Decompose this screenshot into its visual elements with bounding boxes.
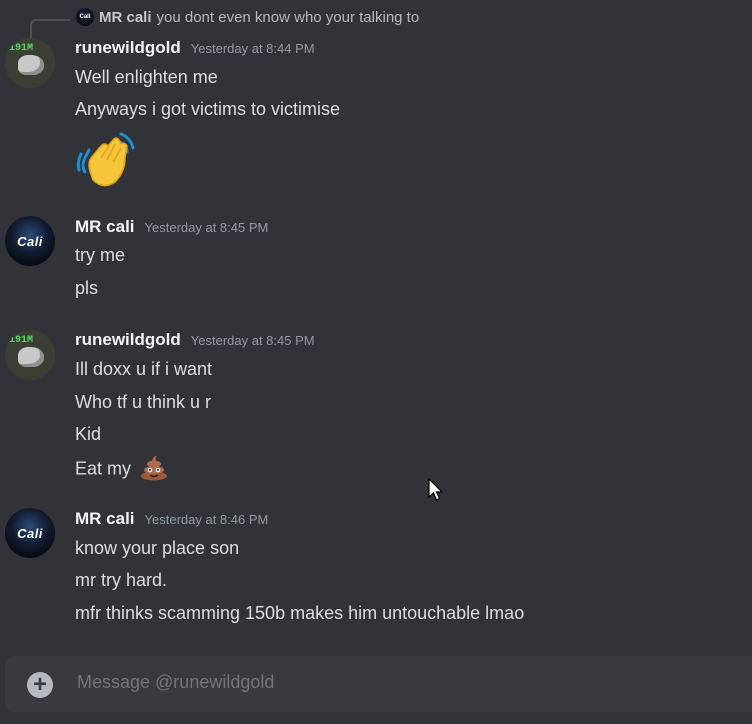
- message-line: Eat my: [75, 453, 169, 486]
- message-composer: +: [5, 656, 752, 712]
- message-text: mfr thinks scamming 150b makes him untou…: [75, 603, 525, 623]
- message-timestamp[interactable]: Yesterday at 8:45 PM: [145, 220, 269, 235]
- mouse-cursor-icon: [428, 478, 444, 501]
- message-text: Anyways i got victims to victimise: [75, 99, 341, 119]
- avatar[interactable]: 191M: [5, 330, 55, 380]
- message-text: Who tf u think u r: [75, 392, 212, 412]
- reply-author[interactable]: MR cali: [99, 9, 152, 26]
- plus-circle-icon[interactable]: +: [27, 672, 53, 698]
- message-author[interactable]: MR cali: [75, 217, 135, 237]
- reply-text[interactable]: you dont even know who your talking to: [157, 9, 420, 26]
- message-author[interactable]: runewildgold: [75, 330, 181, 350]
- message-timestamp[interactable]: Yesterday at 8:46 PM: [145, 512, 269, 527]
- avatar[interactable]: Cali: [5, 508, 55, 558]
- avatar-text: Cali: [17, 525, 43, 541]
- waving-hand-emoji[interactable]: [75, 128, 137, 195]
- message-author[interactable]: MR cali: [75, 509, 135, 529]
- avatar-text: 191M: [9, 335, 34, 346]
- pile-of-poo-emoji[interactable]: [139, 453, 169, 486]
- message-text: Eat my: [75, 458, 132, 479]
- reply-avatar-text: Cali: [79, 14, 91, 20]
- message-author[interactable]: runewildgold: [75, 38, 181, 58]
- message-input[interactable]: [75, 671, 679, 694]
- message-text: Kid: [75, 424, 102, 444]
- message-timestamp[interactable]: Yesterday at 8:44 PM: [191, 41, 315, 56]
- message-text: try me: [75, 245, 126, 265]
- message-text: Ill doxx u if i want: [75, 359, 213, 379]
- message-text: know your place son: [75, 538, 240, 558]
- message-timestamp[interactable]: Yesterday at 8:45 PM: [191, 333, 315, 348]
- message-text: pls: [75, 278, 99, 298]
- reply-spine: [30, 19, 70, 39]
- avatar[interactable]: Cali: [5, 216, 55, 266]
- message-text: Well enlighten me: [75, 67, 218, 87]
- avatar[interactable]: 191M: [5, 38, 55, 88]
- avatar-text: 191M: [9, 43, 34, 54]
- avatar-text: Cali: [17, 233, 43, 249]
- reply-avatar: Cali: [76, 8, 94, 26]
- message-text: mr try hard.: [75, 570, 168, 590]
